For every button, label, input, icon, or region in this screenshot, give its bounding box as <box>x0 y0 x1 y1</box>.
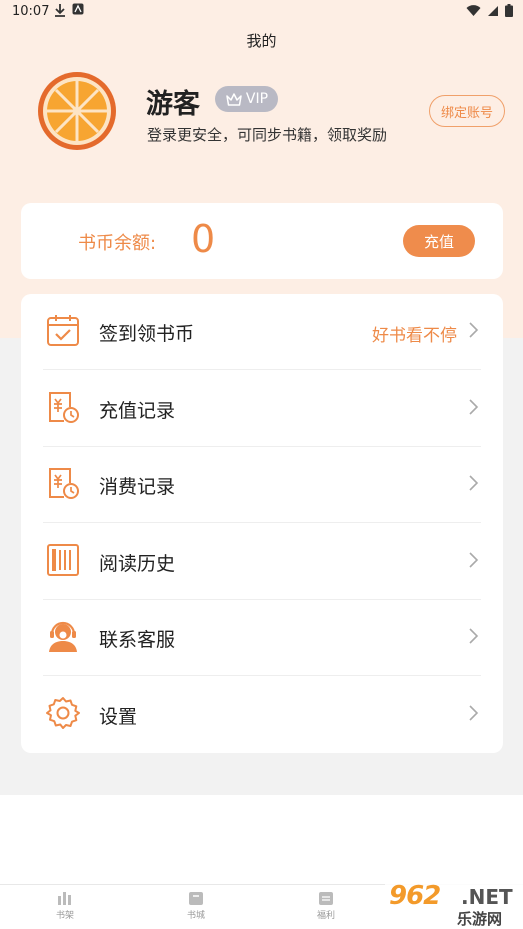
menu-card: 签到领书币 好书看不停 充值记录 消费记录 阅读历史 联系客服 设置 <box>21 294 503 753</box>
customer-service-icon <box>45 618 81 654</box>
nav-item-bookstore[interactable]: 书城 <box>166 891 226 921</box>
welfare-icon <box>319 892 333 905</box>
username: 游客 <box>146 89 200 120</box>
chevron-right-icon <box>467 474 479 492</box>
bookshelf-history-icon <box>45 542 81 578</box>
chevron-right-icon <box>467 551 479 569</box>
coin-balance-label: 书币余额: <box>78 233 157 254</box>
orange-avatar-icon <box>38 72 116 150</box>
menu-item-label: 消费记录 <box>99 476 176 498</box>
page-title: 我的 <box>246 32 277 50</box>
menu-item-label: 签到领书币 <box>99 323 195 345</box>
crown-icon <box>226 93 242 106</box>
chevron-right-icon <box>467 398 479 416</box>
vip-label: VIP <box>245 91 269 107</box>
chevron-right-icon <box>467 704 479 722</box>
menu-item-settings[interactable]: 设置 <box>21 677 503 753</box>
recharge-button[interactable]: 充值 <box>403 225 475 257</box>
recharge-record-icon <box>45 389 81 425</box>
bind-account-button[interactable]: 绑定账号 <box>429 95 505 127</box>
menu-item-consume-record[interactable]: 消费记录 <box>21 447 503 523</box>
menu-item-label: 充值记录 <box>99 400 176 422</box>
signal-icon <box>487 5 499 21</box>
vip-badge: VIP <box>215 86 278 112</box>
download-icon <box>54 3 66 21</box>
avatar[interactable] <box>37 71 117 151</box>
bookshelf-icon <box>58 892 71 905</box>
gear-icon <box>45 695 81 731</box>
status-bar: 10:07 <box>0 0 523 24</box>
divider <box>43 675 481 676</box>
watermark-sub: 乐游网 <box>457 910 503 928</box>
watermark-net: .NET <box>461 885 513 909</box>
menu-item-promo: 好书看不停 <box>372 326 457 346</box>
menu-item-reading-history[interactable]: 阅读历史 <box>21 524 503 600</box>
menu-item-label: 阅读历史 <box>99 553 176 575</box>
menu-item-label: 设置 <box>99 706 138 728</box>
nav-label: 福利 <box>316 911 335 921</box>
menu-item-customer-service[interactable]: 联系客服 <box>21 600 503 676</box>
nav-item-welfare[interactable]: 福利 <box>296 891 356 921</box>
menu-item-check-in[interactable]: 签到领书币 好书看不停 <box>21 294 503 370</box>
battery-icon <box>505 4 513 21</box>
status-time: 10:07 <box>12 4 50 19</box>
wifi-icon <box>466 4 481 21</box>
nav-item-bookshelf[interactable]: 书架 <box>35 891 95 921</box>
consume-record-icon <box>45 465 81 501</box>
divider <box>43 522 481 523</box>
nav-label: 书城 <box>186 911 205 921</box>
coin-balance-card: 书币余额: 0 充值 <box>21 203 503 279</box>
nav-label: 书架 <box>55 911 74 921</box>
menu-item-label: 联系客服 <box>99 629 176 651</box>
calendar-check-icon <box>45 312 81 348</box>
watermark-logo: 962 .NET 乐游网 <box>385 879 523 929</box>
chevron-right-icon <box>467 321 479 339</box>
menu-item-recharge-record[interactable]: 充值记录 <box>21 371 503 447</box>
divider <box>43 369 481 370</box>
coin-balance-value: 0 <box>191 217 216 261</box>
chevron-right-icon <box>467 627 479 645</box>
watermark-number: 962 <box>389 881 441 911</box>
login-prompt: 登录更安全，可同步书籍，领取奖励 <box>147 126 388 144</box>
app-notification-icon <box>72 3 84 19</box>
bookstore-icon <box>189 892 203 905</box>
